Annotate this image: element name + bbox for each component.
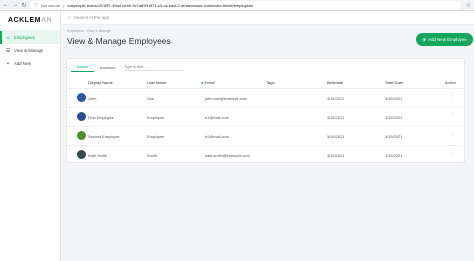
filter-input[interactable]: [124, 63, 185, 71]
cell-birthdate: 3/15/2021: [327, 153, 345, 158]
cell-start-date: 3/15/2021: [385, 115, 403, 120]
column-tags[interactable]: Tags: [266, 80, 274, 85]
status-tabs: Active Archived: [71, 62, 185, 72]
person-add-icon: +: [6, 60, 10, 67]
cell-start-date: 3/15/2021: [385, 153, 403, 158]
cell-last-name: Employee: [147, 115, 165, 120]
cell-display-name: Kate Smith: [88, 153, 108, 158]
plus-circle-icon: ⊕: [422, 36, 427, 42]
table-row[interactable]: John Doe john.doe@example.com 3/15/2021 3/15…: [67, 88, 466, 107]
table-header: Display Name Last Name ● Email Tags Birt…: [67, 78, 466, 87]
cell-start-date: 3/15/2021: [385, 134, 403, 139]
cell-email: e2@mail.com: [205, 134, 229, 139]
avatar: [77, 150, 86, 159]
sidebar-item-add-new[interactable]: + Add New: [0, 57, 60, 70]
cell-birthdate: 3/15/2021: [327, 134, 345, 139]
cell-last-name: Doe: [147, 96, 155, 101]
cell-last-name: Employee: [147, 134, 165, 139]
tab-archived[interactable]: Archived: [94, 62, 122, 72]
avatar: [77, 131, 86, 140]
avatar: [77, 93, 86, 102]
page-header: Employees › View & Manage View & Manage …: [61, 25, 474, 56]
table-row[interactable]: First Employee Employee e1@mail.com 3/15/20…: [67, 107, 466, 126]
search-icon: ⌕: [68, 14, 71, 21]
app-logo[interactable]: ACKLEM AN: [0, 11, 60, 31]
cell-email: e1@mail.com: [205, 115, 229, 120]
add-new-employee-button[interactable]: ⊕ Add New Employee: [416, 33, 473, 46]
users-icon: ☺: [5, 34, 11, 41]
more-actions-icon[interactable]: ⋮: [450, 150, 455, 156]
cell-email: john.doe@example.com: [205, 96, 248, 101]
cell-display-name: First Employee: [88, 115, 114, 120]
cell-email: kate.smith@example.com: [205, 153, 250, 158]
list-icon: ☰: [5, 47, 11, 54]
top-search-bar: ⌕ Search in the app: [61, 11, 474, 25]
cell-birthdate: 3/15/2021: [327, 96, 345, 101]
sidebar-item-label: Employees: [14, 35, 35, 40]
cell-birthdate: 3/15/2021: [327, 115, 345, 120]
address-bar[interactable]: ⓘ Not secure | cdspeople.bsd/a/c5/1f97-4…: [30, 1, 461, 9]
tab-active[interactable]: Active: [71, 62, 94, 72]
table-row[interactable]: Second Employee Employee e2@mail.com 3/15/2…: [67, 126, 466, 145]
employees-table-card: Active Archived Display Name Last Name ●…: [66, 58, 466, 164]
search-input[interactable]: Search in the app: [74, 15, 109, 20]
column-start-date[interactable]: Start Date: [385, 80, 403, 85]
column-last-name[interactable]: Last Name: [147, 80, 166, 85]
column-display-name[interactable]: Display Name: [88, 80, 113, 85]
column-email[interactable]: ● Email: [201, 80, 215, 85]
breadcrumb: Employees › View & Manage: [67, 29, 111, 33]
cell-display-name: Second Employee: [88, 134, 120, 139]
sidebar-item-label: Add New: [14, 61, 31, 66]
browser-toolbar: ← → ↻ ⓘ Not secure | cdspeople.bsd/a/c5/…: [0, 0, 474, 11]
cell-start-date: 3/15/2021: [385, 96, 403, 101]
column-birthdate[interactable]: Birthdate: [327, 80, 343, 85]
cell-last-name: Smith: [147, 153, 157, 158]
more-actions-icon[interactable]: ⋮: [450, 131, 455, 137]
sidebar-item-view-manage[interactable]: ☰ View & Manage: [0, 44, 60, 57]
more-actions-icon[interactable]: ⋮: [450, 93, 455, 99]
reload-icon[interactable]: ↻: [21, 2, 27, 9]
cell-display-name: John: [88, 96, 97, 101]
table-row[interactable]: Kate Smith Smith kate.smith@example.com 3/1…: [67, 145, 466, 164]
sidebar-item-label: View & Manage: [14, 48, 44, 53]
url-text: cdspeople.bsd/a/c5/1f97-45a4-bc4b-9c7a89…: [67, 2, 254, 8]
column-action: Action: [445, 80, 457, 85]
bookmark-star-icon[interactable]: ☆: [466, 2, 471, 9]
back-icon[interactable]: ←: [3, 2, 9, 8]
secure-label: Not secure: [41, 2, 61, 8]
more-actions-icon[interactable]: ⋮: [450, 112, 455, 118]
sidebar: ACKLEM AN ☺ Employees ☰ View & Manage + Add Ne…: [0, 11, 61, 261]
page-title: View & Manage Employees: [67, 36, 171, 46]
not-secure-icon: ⓘ: [34, 2, 38, 7]
avatar: [77, 112, 86, 121]
sort-indicator-icon: ●: [201, 80, 204, 85]
sidebar-item-employees[interactable]: ☺ Employees: [0, 31, 60, 44]
forward-icon[interactable]: →: [12, 2, 18, 8]
